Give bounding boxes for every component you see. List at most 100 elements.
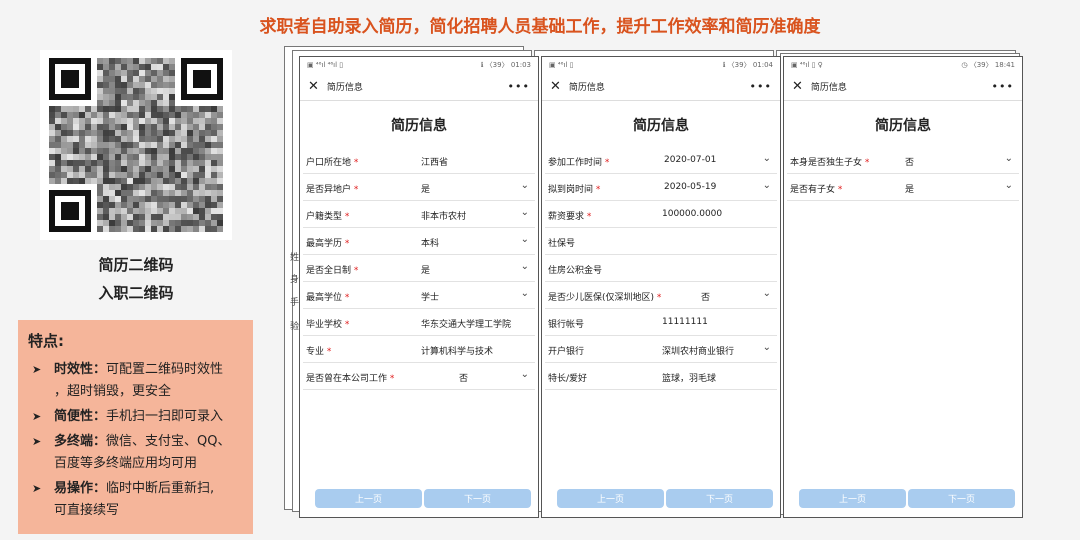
field-value: 否: [459, 371, 468, 384]
nav-title: 简历信息: [569, 80, 750, 93]
field-value: 篮球，羽毛球: [662, 371, 716, 384]
field-label-text: 是否异地户: [306, 185, 351, 195]
field-value: 非本市农村: [421, 209, 466, 222]
form-row[interactable]: 毕业学校 *华东交通大学理工学院: [303, 309, 535, 336]
field-value: 否: [701, 290, 710, 303]
required-mark: *: [390, 374, 395, 384]
phone-screen-1: ▣ ⁴⁶ıl ⁴⁶ıl ▯ ℹ 〈39〉 01:03 ✕ 简历信息 ••• 简历…: [299, 56, 539, 518]
feature-name: 易操作：: [54, 481, 106, 496]
chevron-down-icon: ⌄: [521, 207, 529, 218]
chevron-down-icon: ⌄: [521, 180, 529, 191]
field-value: 否: [905, 155, 914, 168]
field-label: 专业 *: [306, 344, 331, 357]
field-label: 最高学历 *: [306, 236, 349, 249]
close-icon[interactable]: ✕: [792, 79, 803, 94]
form-row[interactable]: 本身是否独生子女 * 否 ⌄: [787, 147, 1019, 174]
more-icon[interactable]: •••: [750, 80, 772, 93]
field-label: 是否全日制 *: [306, 263, 358, 276]
chevron-down-icon: ⌄: [521, 234, 529, 245]
qr-label-resume: 简历二维码: [40, 254, 232, 275]
form-row[interactable]: 银行帐号 11111111: [545, 309, 777, 336]
field-label: 参加工作时间 *: [548, 155, 609, 168]
qr-label-onboard: 入职二维码: [40, 282, 232, 303]
form-row[interactable]: 社保号: [545, 228, 777, 255]
feature-desc: 临时中断后重新扫,: [106, 481, 214, 496]
battery-time: ℹ 〈39〉 01:04: [723, 60, 773, 70]
field-value: 11111111: [662, 317, 708, 327]
signal-status: ▣ ⁴⁶ıl ▯ ♀: [791, 61, 823, 69]
form-row[interactable]: 参加工作时间 *2020-07-01⌄: [545, 147, 777, 174]
form-row[interactable]: 户籍类型 *非本市农村⌄: [303, 201, 535, 228]
chevron-down-icon: ⌄: [1005, 180, 1013, 191]
field-label: 开户银行: [548, 344, 584, 357]
field-label: 特长/爱好: [548, 371, 587, 384]
form-row[interactable]: 是否少儿医保(仅深圳地区) *否⌄: [545, 282, 777, 309]
prev-page-button[interactable]: 上一页: [315, 489, 422, 508]
features-box: 特点: ➤ 时效性：可配置二维码时效性 ，超时销毁，更安全 ➤ 简便性：手机扫一…: [18, 320, 253, 534]
field-value: 是: [905, 182, 914, 195]
form-row[interactable]: 特长/爱好 篮球，羽毛球: [545, 363, 777, 390]
field-label: 拟到岗时间 *: [548, 182, 600, 195]
feature-name: 简便性：: [54, 409, 106, 424]
chevron-down-icon: ⌄: [521, 288, 529, 299]
field-label: 是否曾在本公司工作 *: [306, 371, 394, 384]
phone-screen-2: ▣ ⁴⁶ıl ▯ ℹ 〈39〉 01:04 ✕ 简历信息 ••• 简历信息 参加…: [541, 56, 781, 518]
chevron-down-icon: ⌄: [521, 261, 529, 272]
page-title: 简历信息: [542, 115, 780, 135]
signal-status: ▣ ⁴⁶ıl ▯: [549, 61, 573, 69]
page-headline: 求职者自助录入简历，简化招聘人员基础工作，提升工作效率和简历准确度: [0, 12, 1080, 37]
required-mark: *: [354, 158, 359, 168]
field-value: 计算机科学与技术: [421, 344, 493, 357]
qr-code-graphic: [40, 50, 232, 240]
field-label-text: 最高学位: [306, 293, 342, 303]
chevron-down-icon: ⌄: [763, 342, 771, 353]
form-row[interactable]: 户口所在地 * 江西省: [303, 147, 535, 174]
form-row[interactable]: 是否全日制 * 是 ⌄: [303, 255, 535, 282]
field-label-text: 是否曾在本公司工作: [306, 374, 387, 384]
required-mark: *: [354, 266, 359, 276]
hidden-field-label: 姓: [290, 250, 299, 263]
field-label-text: 本身是否独生子女: [790, 158, 862, 168]
form-row[interactable]: 薪资要求 *100000.0000: [545, 201, 777, 228]
form-row[interactable]: 最高学历 *本科⌄: [303, 228, 535, 255]
next-page-button[interactable]: 下一页: [424, 489, 531, 508]
field-label: 毕业学校 *: [306, 317, 349, 330]
next-page-button[interactable]: 下一页: [666, 489, 773, 508]
arrow-bullet-icon: ➤: [32, 431, 41, 453]
required-mark: *: [354, 185, 359, 195]
required-mark: *: [865, 158, 870, 168]
prev-page-button[interactable]: 上一页: [799, 489, 906, 508]
field-value: 江西省: [421, 155, 448, 168]
form-row[interactable]: 专业 * 计算机科学与技术: [303, 336, 535, 363]
chevron-down-icon: ⌄: [763, 180, 771, 191]
chevron-down-icon: ⌄: [1005, 153, 1013, 164]
field-label-text: 户籍类型: [306, 212, 342, 222]
feature-desc-cont: 百度等多终端应用均可用: [54, 456, 197, 471]
form-row[interactable]: 是否异地户 *是⌄: [303, 174, 535, 201]
more-icon[interactable]: •••: [508, 80, 530, 93]
field-value: 是: [421, 263, 430, 276]
feature-item-convenience: ➤ 简便性：手机扫一扫即可录入: [28, 406, 243, 428]
close-icon[interactable]: ✕: [308, 79, 319, 94]
form-row[interactable]: 开户银行 深圳农村商业银行⌄: [545, 336, 777, 363]
required-mark: *: [587, 212, 592, 222]
field-label: 户口所在地 *: [306, 155, 358, 168]
close-icon[interactable]: ✕: [550, 79, 561, 94]
form-row[interactable]: 是否有子女 *是⌄: [787, 174, 1019, 201]
form-row[interactable]: 住房公积金号: [545, 255, 777, 282]
next-page-button[interactable]: 下一页: [908, 489, 1015, 508]
field-label-text: 毕业学校: [306, 320, 342, 330]
field-label-text: 是否有子女: [790, 185, 835, 195]
feature-item-multi-terminal: ➤ 多终端：微信、支付宝、QQ、 百度等多终端应用均可用: [28, 431, 243, 475]
field-label-text: 银行帐号: [548, 320, 584, 330]
nav-bar: ✕ 简历信息 •••: [542, 73, 780, 101]
form-row[interactable]: 最高学位 *学士⌄: [303, 282, 535, 309]
field-label-text: 参加工作时间: [548, 158, 602, 168]
required-mark: *: [345, 320, 350, 330]
field-value: 2020-07-01: [664, 155, 716, 165]
more-icon[interactable]: •••: [992, 80, 1014, 93]
form-row[interactable]: 是否曾在本公司工作 *否⌄: [303, 363, 535, 390]
prev-page-button[interactable]: 上一页: [557, 489, 664, 508]
feature-item-timeliness: ➤ 时效性：可配置二维码时效性 ，超时销毁，更安全: [28, 359, 243, 403]
form-row[interactable]: 拟到岗时间 *2020-05-19⌄: [545, 174, 777, 201]
